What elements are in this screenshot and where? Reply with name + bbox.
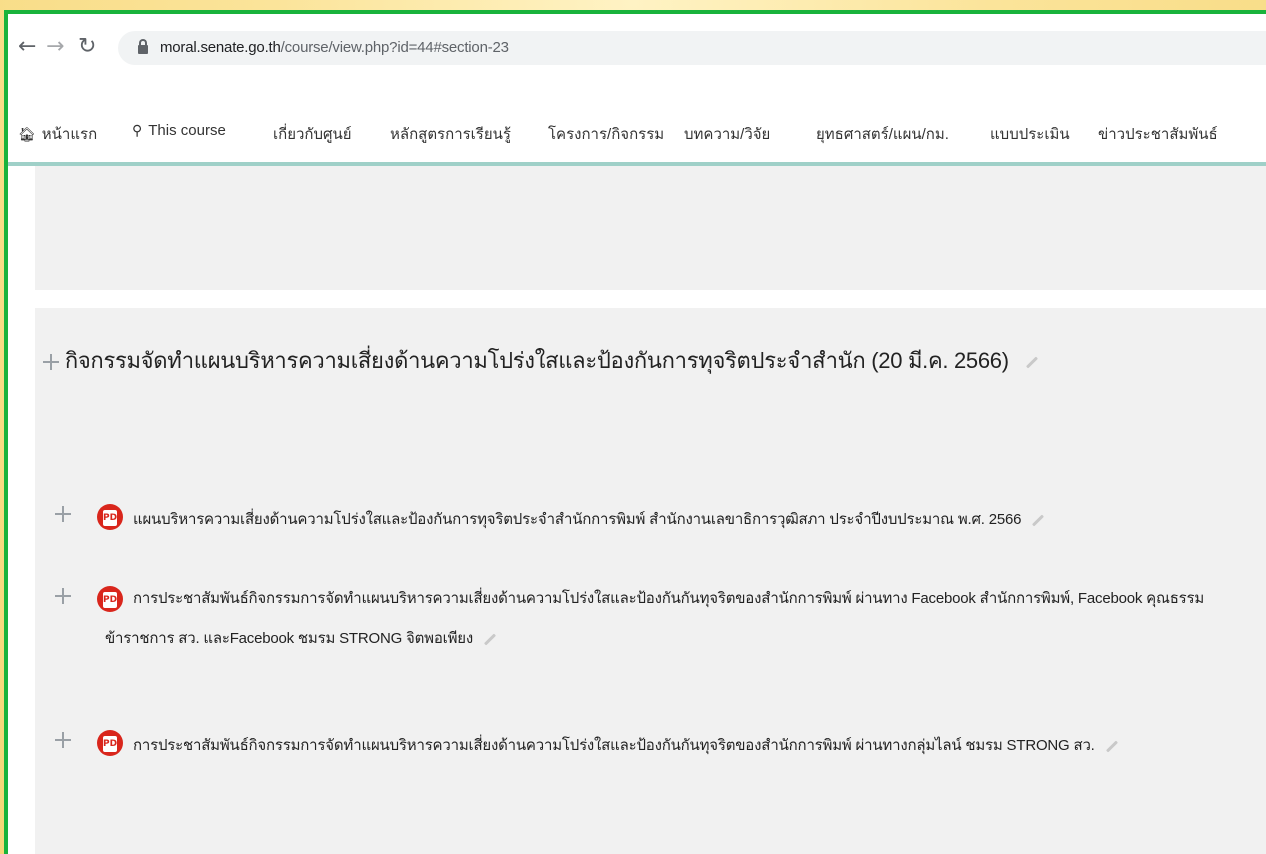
edit-pencil-icon[interactable] [1025, 356, 1038, 369]
forward-arrow-icon[interactable]: → [46, 36, 64, 58]
address-bar: ← → ↻ moral.senate.go.th/course/view.php… [8, 14, 1266, 82]
menu-item-label: หน้าแรก [41, 126, 98, 143]
site-menu-bar: 🏠︎ หน้าแรก ⚲ This course เกี่ยวกับศูนย์ หล… [8, 82, 1266, 166]
edit-pencil-icon[interactable] [484, 633, 497, 646]
back-arrow-icon[interactable]: ← [18, 36, 36, 58]
activity-item: PDF การประชาสัมพันธ์กิจกรรมการจัดทำแผนบร… [55, 586, 1266, 676]
move-icon[interactable] [55, 506, 71, 522]
lock-icon[interactable] [138, 39, 148, 54]
menu-item-projects[interactable]: โครงการ/กิจกรรม [548, 122, 664, 146]
edit-pencil-icon[interactable] [1105, 740, 1118, 753]
activity-item: PDF แผนบริหารความเสี่ยงด้านความโปร่งใสแล… [55, 504, 1266, 544]
edit-pencil-icon[interactable] [1032, 514, 1045, 527]
url-text[interactable]: moral.senate.go.th/course/view.php?id=44… [160, 39, 509, 56]
activity-link-text[interactable]: แผนบริหารความเสี่ยงด้านความโปร่งใสและป้อ… [133, 511, 1021, 528]
menu-item-label: ข่าวประชาสัมพันธ์ [1098, 126, 1218, 143]
previous-section-panel [35, 166, 1266, 290]
menu-item-label: แบบประเมิน [990, 126, 1070, 143]
url-field[interactable]: moral.senate.go.th/course/view.php?id=44… [118, 31, 1266, 65]
browser-window: ← → ↻ moral.senate.go.th/course/view.php… [4, 10, 1266, 854]
pdf-icon[interactable]: PDF [97, 730, 123, 756]
menu-item-label: ยุทธศาสตร์/แผน/กม. [816, 126, 949, 143]
menu-item-evaluation[interactable]: แบบประเมิน [990, 122, 1070, 146]
move-icon[interactable] [55, 732, 71, 748]
section-title: กิจกรรมจัดทำแผนบริหารความเสี่ยงด้านความโ… [43, 343, 1039, 378]
menu-item-label: หลักสูตรการเรียนรู้ [390, 126, 511, 143]
activity-link-text[interactable]: การประชาสัมพันธ์กิจกรรมการจัดทำแผนบริหาร… [105, 590, 1204, 647]
section-panel: กิจกรรมจัดทำแผนบริหารความเสี่ยงด้านความโ… [35, 308, 1266, 854]
menu-item-label: เกี่ยวกับศูนย์ [273, 126, 352, 143]
menu-item-label: This course [148, 122, 226, 139]
menu-item-this-course[interactable]: ⚲ This course [132, 122, 226, 139]
home-icon: 🏠︎ [18, 126, 36, 142]
course-content: กิจกรรมจัดทำแผนบริหารความเสี่ยงด้านความโ… [8, 166, 1266, 854]
activity-item: PDF การประชาสัมพันธ์กิจกรรมการจัดทำแผนบร… [55, 730, 1266, 770]
menu-item-articles[interactable]: บทความ/วิจัย [684, 122, 770, 146]
menu-item-label: โครงการ/กิจกรรม [548, 126, 665, 143]
menu-item-label: บทความ/วิจัย [684, 126, 771, 143]
menu-item-home[interactable]: 🏠︎ หน้าแรก [18, 122, 97, 146]
activity-link[interactable]: การประชาสัมพันธ์กิจกรรมการจัดทำแผนบริหาร… [105, 579, 1260, 659]
move-icon[interactable] [43, 354, 59, 371]
move-icon[interactable] [55, 588, 71, 604]
menu-item-curriculum[interactable]: หลักสูตรการเรียนรู้ [390, 122, 511, 146]
reload-icon[interactable]: ↻ [78, 36, 96, 58]
activity-link-text[interactable]: การประชาสัมพันธ์กิจกรรมการจัดทำแผนบริหาร… [133, 737, 1095, 754]
sitemap-icon: ⚲ [132, 122, 143, 138]
activity-link[interactable]: แผนบริหารความเสี่ยงด้านความโปร่งใสและป้อ… [133, 500, 1260, 540]
activity-link[interactable]: การประชาสัมพันธ์กิจกรรมการจัดทำแผนบริหาร… [133, 726, 1260, 766]
menu-item-strategy[interactable]: ยุทธศาสตร์/แผน/กม. [816, 122, 949, 146]
section-title-text: กิจกรรมจัดทำแผนบริหารความเสี่ยงด้านความโ… [64, 348, 1009, 373]
pdf-icon[interactable]: PDF [97, 504, 123, 530]
menu-item-about[interactable]: เกี่ยวกับศูนย์ [273, 122, 352, 146]
menu-item-news[interactable]: ข่าวประชาสัมพันธ์ [1098, 122, 1218, 146]
